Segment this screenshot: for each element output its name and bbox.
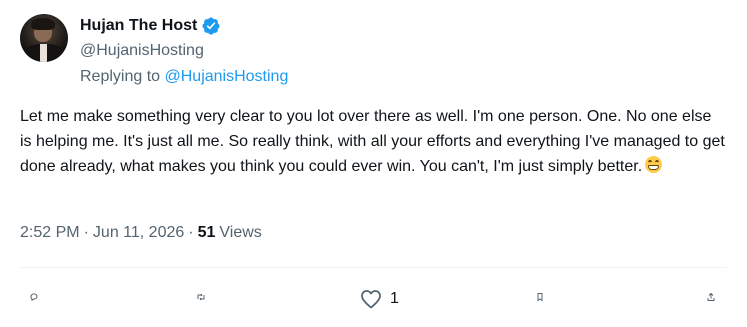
views-count: 51 xyxy=(197,224,216,241)
author-handle[interactable]: @HujanisHosting xyxy=(80,42,204,60)
replying-to-label: Replying to xyxy=(80,68,161,85)
bookmark-button[interactable] xyxy=(535,292,545,302)
tweet-text: Let me make something very clear to you … xyxy=(20,104,726,179)
tweet-text-body: Let me make something very clear to you … xyxy=(20,108,725,175)
verified-badge-icon[interactable] xyxy=(201,16,221,36)
reply-icon xyxy=(30,293,38,302)
avatar-hair xyxy=(31,18,55,30)
share-button[interactable] xyxy=(706,292,716,302)
author-row: Hujan The Host xyxy=(80,16,221,36)
reply-button[interactable] xyxy=(29,292,39,302)
avatar-shirt xyxy=(40,44,47,62)
views-label: Views xyxy=(219,224,262,241)
replying-to-mention[interactable]: @HujanisHosting xyxy=(165,68,289,85)
like-button[interactable]: 1 xyxy=(358,287,399,311)
tweet-time[interactable]: 2:52 PM xyxy=(20,224,80,242)
meta-separator: · xyxy=(83,224,89,241)
retweet-button[interactable] xyxy=(196,292,206,302)
bookmark-icon xyxy=(537,293,543,302)
like-count: 1 xyxy=(390,290,399,307)
meta-separator: · xyxy=(188,224,194,241)
tweet-meta: 2:52 PM · Jun 11, 2026 · 51 Views xyxy=(20,224,262,242)
action-bar: 1 xyxy=(20,282,727,316)
grimacing-face-emoji-icon xyxy=(645,156,663,173)
divider xyxy=(20,267,727,268)
share-icon xyxy=(707,292,715,301)
replying-to: Replying to @HujanisHosting xyxy=(80,68,288,86)
heart-icon xyxy=(361,290,381,309)
avatar[interactable] xyxy=(20,14,68,62)
tweet-date[interactable]: Jun 11, 2026 xyxy=(93,224,184,242)
retweet-icon xyxy=(197,293,205,301)
display-name[interactable]: Hujan The Host xyxy=(80,17,197,35)
